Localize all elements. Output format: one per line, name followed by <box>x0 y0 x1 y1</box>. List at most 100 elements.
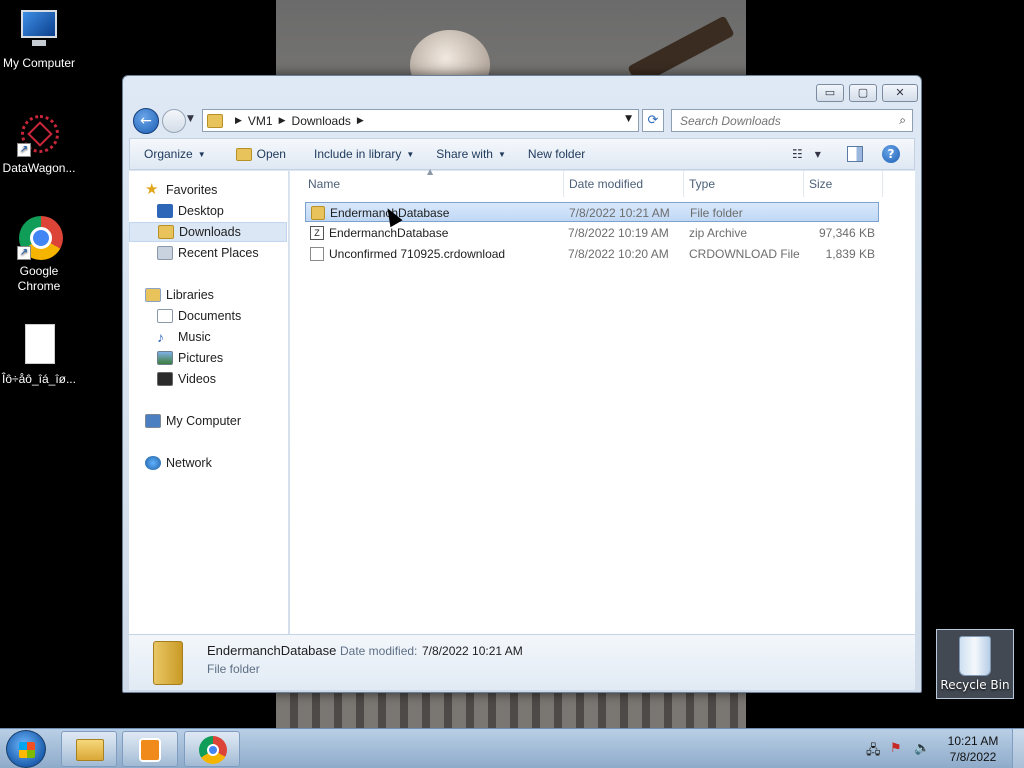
clock-date: 7/8/2022 <box>949 750 997 764</box>
column-header-date-modified[interactable]: Date modified <box>563 171 684 197</box>
desktop-icon-label: My Computer <box>2 56 76 70</box>
nav-label: Network <box>166 456 212 470</box>
music-note-icon: ♪ <box>157 329 164 345</box>
desktop-icon-datawagon[interactable]: ↗ DataWagon... <box>0 113 78 176</box>
taskbar-explorer-button[interactable] <box>61 731 117 767</box>
close-button[interactable]: ✕ <box>882 84 918 102</box>
new-folder-button[interactable]: New folder <box>516 139 595 169</box>
nav-label: Favorites <box>166 183 218 197</box>
breadcrumb-downloads[interactable]: Downloads <box>292 114 351 128</box>
preview-pane-button[interactable] <box>847 146 863 162</box>
search-icon[interactable]: ⌕ <box>899 113 906 128</box>
file-type: File folder <box>690 206 743 220</box>
maximize-button[interactable]: ▢ <box>849 84 877 102</box>
recent-places-icon <box>157 246 173 260</box>
column-header-type[interactable]: Type <box>683 171 804 197</box>
file-row[interactable]: Unconfirmed 710925.crdownload 7/8/2022 1… <box>305 244 879 264</box>
include-in-library-button[interactable]: Include in library ▼ <box>296 139 424 169</box>
network-icon <box>145 456 161 470</box>
details-name: EndermanchDatabase <box>207 643 337 658</box>
nav-my-computer[interactable]: My Computer <box>129 411 287 431</box>
nav-downloads[interactable]: Downloads <box>129 222 287 242</box>
refresh-icon: ⟳ <box>647 113 659 128</box>
clock-time: 10:21 AM <box>947 734 999 748</box>
chevron-right-icon[interactable]: ▶ <box>279 116 286 126</box>
nav-videos[interactable]: Videos <box>129 369 287 389</box>
refresh-button[interactable]: ⟳ <box>642 109 664 132</box>
column-header-size[interactable]: Size <box>803 171 883 197</box>
media-player-icon <box>139 738 161 762</box>
explorer-window: ▭ ▢ ✕ ← ▼ ▶ VM1 ▶ Downloads ▶ ▼ ⟳ ⌕ Orga… <box>122 75 922 693</box>
share-with-label: Share with <box>436 147 493 161</box>
organize-button[interactable]: Organize ▼ <box>130 139 216 169</box>
folder-icon <box>311 206 325 220</box>
arrow-left-icon: ← <box>140 113 152 129</box>
details-pane: EndermanchDatabase Date modified: 7/8/20… <box>129 634 915 690</box>
file-list: ▲ Name Date modified Type Size Endermanc… <box>290 167 915 634</box>
clock[interactable]: 10:21 AM 7/8/2022 <box>935 733 1011 765</box>
nav-music[interactable]: ♪ Music <box>129 327 287 347</box>
open-label: Open <box>256 147 286 161</box>
forward-button[interactable] <box>162 109 186 133</box>
datawagon-icon: ↗ <box>17 113 61 157</box>
shortcut-arrow-icon: ↗ <box>17 143 31 157</box>
file-size: 1,839 KB <box>825 247 875 261</box>
start-button[interactable] <box>6 730 46 768</box>
open-button[interactable]: Open <box>216 139 296 169</box>
file-size: 97,346 KB <box>818 226 875 240</box>
network-tray-icon[interactable]: 🖧 <box>866 741 881 763</box>
address-dropdown-icon[interactable]: ▼ <box>625 114 632 124</box>
search-box[interactable]: ⌕ <box>671 109 913 132</box>
share-with-button[interactable]: Share with ▼ <box>424 139 516 169</box>
change-view-button[interactable]: ☷ ▼ <box>792 139 821 169</box>
nav-desktop[interactable]: Desktop <box>129 201 287 221</box>
desktop-icon-file[interactable]: Îô÷åô_îá_îø... <box>0 324 78 387</box>
help-icon[interactable]: ? <box>882 145 900 163</box>
open-folder-icon <box>235 147 252 161</box>
nav-favorites[interactable]: ★ Favorites <box>129 180 287 200</box>
file-type: CRDOWNLOAD File <box>689 247 800 261</box>
taskbar-chrome-button[interactable] <box>184 731 240 767</box>
details-modified-label: Date modified: <box>340 644 418 658</box>
details-view-icon: ☷ <box>792 147 803 161</box>
show-desktop-button[interactable] <box>1012 729 1024 768</box>
desktop-icon-google-chrome[interactable]: ↗ Google Chrome <box>0 216 78 294</box>
nav-pictures[interactable]: Pictures <box>129 348 287 368</box>
desktop-icon-label: Îô÷åô_îá_îø... <box>2 372 76 386</box>
minimize-button[interactable]: ▭ <box>816 84 844 102</box>
desktop-icon-my-computer[interactable]: My Computer <box>0 8 78 71</box>
chevron-right-icon[interactable]: ▶ <box>235 116 242 126</box>
nav-network[interactable]: Network <box>129 453 287 473</box>
desktop-icon-label: DataWagon... <box>2 161 76 175</box>
chrome-icon: ↗ <box>17 216 63 260</box>
zip-icon: Z <box>310 226 324 240</box>
search-input[interactable] <box>672 110 882 131</box>
nav-recent-places[interactable]: Recent Places <box>129 243 287 263</box>
breadcrumb-vm1[interactable]: VM1 <box>248 114 273 128</box>
action-center-flag-icon[interactable]: ⚑ <box>890 741 902 756</box>
nav-label: Music <box>178 330 211 344</box>
folder-icon <box>153 641 183 685</box>
file-name: Unconfirmed 710925.crdownload <box>329 247 506 261</box>
navigation-pane: ★ Favorites Desktop Downloads Recent Pla… <box>129 171 289 634</box>
nav-label: Pictures <box>178 351 224 365</box>
folder-icon <box>76 739 104 761</box>
file-type: zip Archive <box>689 226 748 240</box>
column-header-name[interactable]: Name <box>302 171 564 197</box>
chevron-right-icon[interactable]: ▶ <box>357 116 364 126</box>
details-type: File folder <box>207 662 260 676</box>
back-button[interactable]: ← <box>133 108 159 134</box>
downloads-folder-icon <box>158 225 174 239</box>
desktop-icon-recycle-bin[interactable]: Recycle Bin <box>936 629 1014 699</box>
taskbar-media-player-button[interactable] <box>122 731 178 767</box>
nav-libraries[interactable]: Libraries <box>129 285 287 305</box>
address-bar[interactable]: ▶ VM1 ▶ Downloads ▶ ▼ <box>202 109 639 132</box>
caret-down-icon: ▼ <box>197 149 206 159</box>
taskbar: 🖧 ⚑ 🔈 10:21 AM 7/8/2022 <box>0 728 1024 768</box>
recent-pages-dropdown[interactable]: ▼ <box>187 114 194 124</box>
shortcut-arrow-icon: ↗ <box>17 246 31 260</box>
nav-documents[interactable]: Documents <box>129 306 287 326</box>
volume-icon[interactable]: 🔈 <box>914 741 930 756</box>
nav-label: Downloads <box>179 225 241 239</box>
pictures-icon <box>157 351 173 365</box>
